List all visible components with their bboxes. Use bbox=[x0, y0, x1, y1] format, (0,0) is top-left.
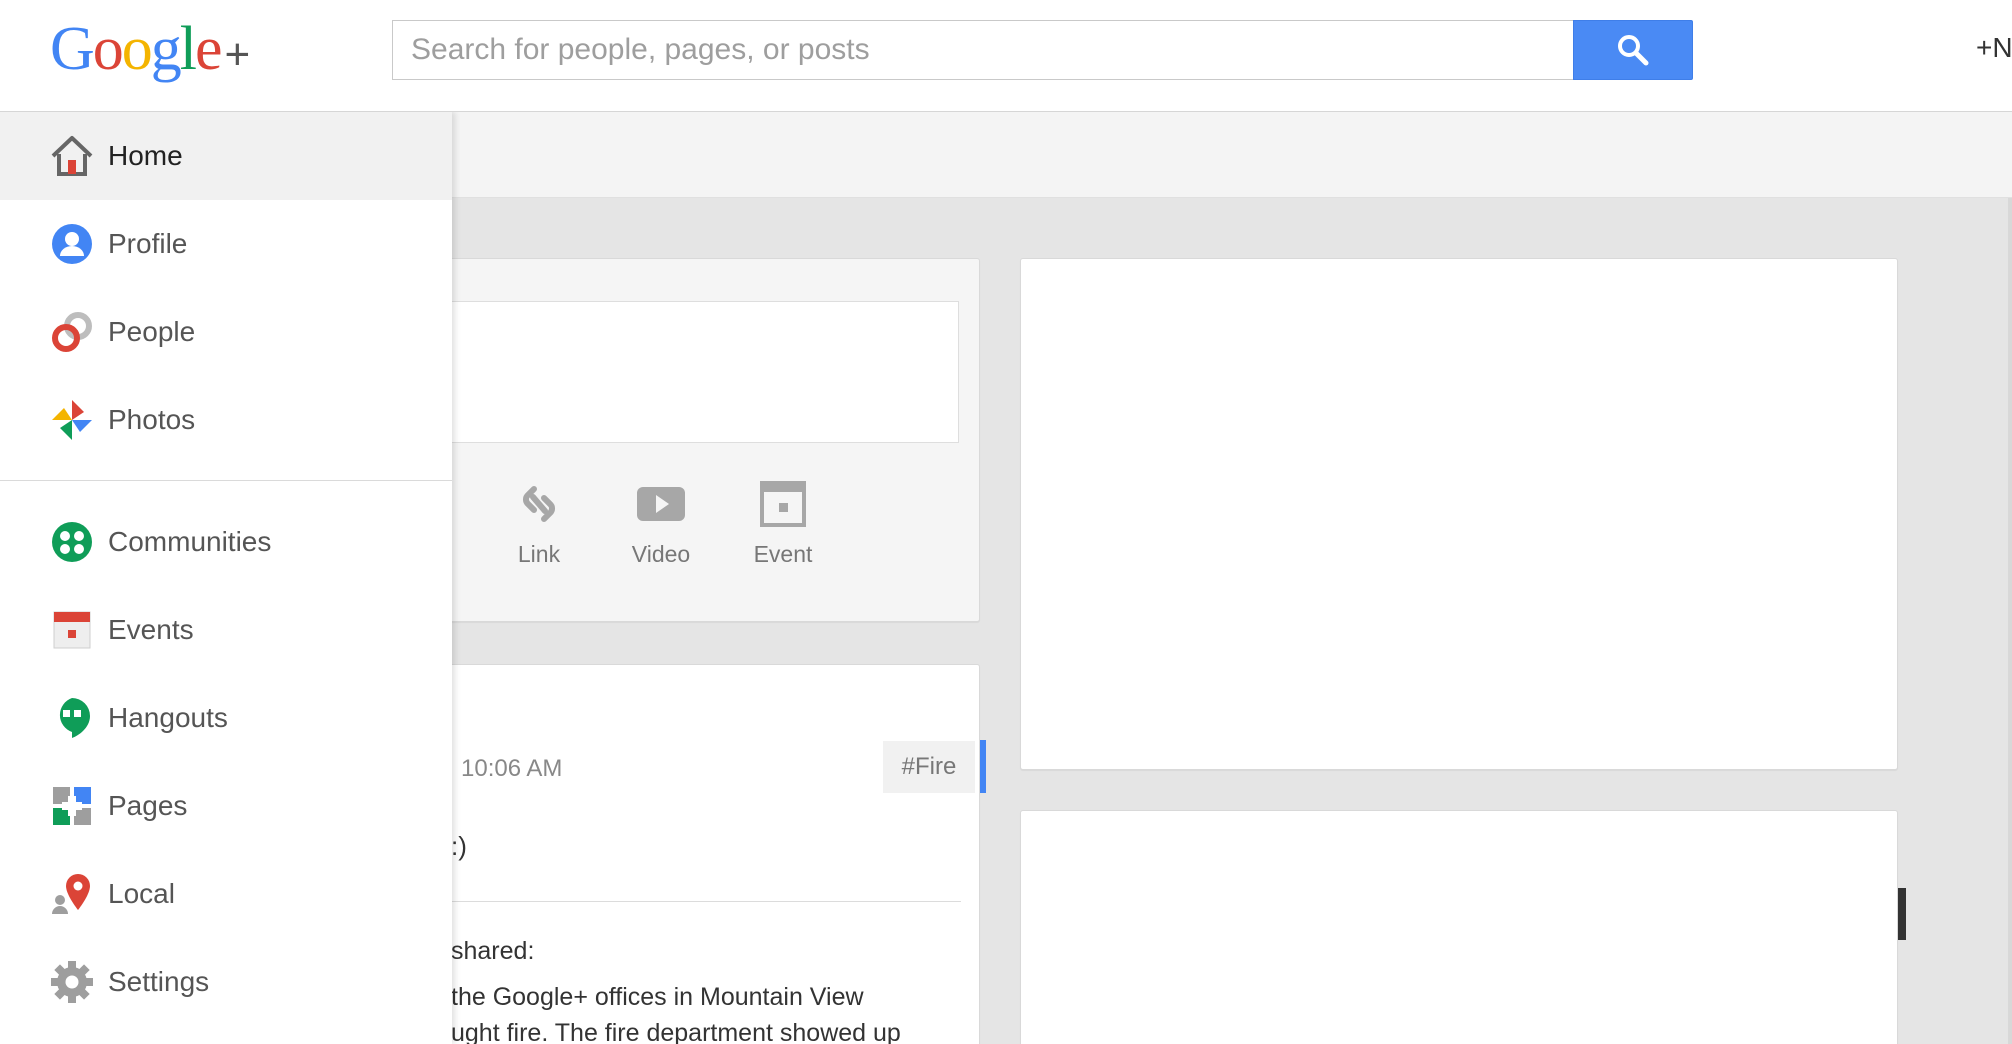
people-icon bbox=[50, 310, 94, 354]
local-icon bbox=[50, 872, 94, 916]
settings-icon bbox=[50, 960, 94, 1004]
sidebar-item-photos[interactable]: Photos bbox=[0, 376, 452, 464]
share-video-label: Video bbox=[631, 541, 691, 567]
logo-plus: + bbox=[224, 30, 251, 79]
sidebar-item-profile[interactable]: Profile bbox=[0, 200, 452, 288]
sidebar-item-label: Events bbox=[108, 614, 194, 645]
share-text-area[interactable] bbox=[441, 301, 959, 443]
sidebar-item-local[interactable]: Local bbox=[0, 850, 452, 938]
sidebar-item-communities[interactable]: Communities bbox=[0, 498, 452, 586]
share-event-button[interactable]: Event bbox=[723, 479, 843, 568]
sidebar-item-events[interactable]: Events bbox=[0, 586, 452, 674]
video-icon bbox=[637, 487, 685, 521]
sidebar-item-home[interactable]: Home bbox=[0, 112, 452, 200]
reshared-line: ught fire. The fire department showed up bbox=[451, 1019, 901, 1044]
communities-icon bbox=[50, 520, 94, 564]
pages-icon bbox=[50, 784, 94, 828]
sidebar-item-people[interactable]: People bbox=[0, 288, 452, 376]
reshared-line: the Google+ offices in Mountain View bbox=[451, 983, 864, 1011]
logo-letter: g bbox=[150, 15, 182, 83]
sidebar-item-label: Hangouts bbox=[108, 702, 228, 733]
stream-card bbox=[1020, 810, 1898, 1044]
logo-letter: o bbox=[121, 15, 153, 83]
hashtag-badge[interactable]: #Fire bbox=[883, 741, 975, 793]
sidebar-item-pages[interactable]: Pages bbox=[0, 762, 452, 850]
post-divider bbox=[441, 901, 961, 902]
logo-letter: G bbox=[50, 15, 95, 83]
share-link-button[interactable]: Link bbox=[479, 479, 599, 568]
logo-letter: o bbox=[92, 15, 124, 83]
reshare-label: shared: bbox=[451, 937, 535, 965]
stream-card bbox=[1020, 258, 1898, 770]
scrollbar-track[interactable] bbox=[2008, 198, 2012, 1044]
search-input[interactable] bbox=[392, 20, 1574, 80]
sidebar-item-label: Communities bbox=[108, 526, 272, 557]
sidebar-item-label: People bbox=[108, 316, 196, 347]
post-card: 10:06 AM #Fire :) shared: the Google+ of… bbox=[420, 664, 980, 1044]
sidebar-item-hangouts[interactable]: Hangouts bbox=[0, 674, 452, 762]
sidebar-item-label: Pages bbox=[108, 790, 188, 821]
sidebar-item-label: Home bbox=[108, 140, 183, 171]
event-icon bbox=[760, 481, 806, 527]
share-video-button[interactable]: Video bbox=[601, 479, 721, 568]
reshared-post-body: the Google+ offices in Mountain View ugh… bbox=[451, 979, 971, 1044]
share-box-card: Link Video Event bbox=[420, 258, 980, 622]
home-icon bbox=[50, 134, 94, 178]
search-icon bbox=[1618, 35, 1649, 66]
sidebar-item-label: Profile bbox=[108, 228, 188, 259]
link-icon bbox=[523, 486, 555, 522]
sidebar-divider bbox=[0, 480, 452, 481]
google-plus-logo[interactable]: Google+ bbox=[50, 14, 251, 84]
share-link-label: Link bbox=[517, 541, 561, 567]
sidebar-item-label: Local bbox=[108, 878, 175, 909]
hangouts-icon bbox=[50, 696, 94, 740]
events-icon bbox=[50, 608, 94, 652]
sidebar-item-label: Settings bbox=[108, 966, 210, 997]
photos-icon bbox=[50, 398, 94, 442]
post-timestamp[interactable]: 10:06 AM bbox=[461, 755, 562, 783]
sidebar-item-settings[interactable]: Settings bbox=[0, 938, 452, 1026]
logo-letter: e bbox=[195, 15, 222, 83]
share-event-label: Event bbox=[753, 541, 813, 567]
nav-sidebar: Home Profile People Photos Communities E… bbox=[0, 112, 452, 1044]
profile-name-link[interactable]: +N bbox=[1976, 32, 2012, 64]
search-button[interactable] bbox=[1573, 20, 1693, 80]
sidebar-item-label: Photos bbox=[108, 404, 196, 435]
post-text: :) bbox=[451, 831, 467, 861]
profile-icon bbox=[50, 222, 94, 266]
hashtag-accent-bar bbox=[980, 740, 986, 793]
logo-letter: l bbox=[179, 15, 197, 83]
card-scroll-handle[interactable] bbox=[1898, 888, 1906, 940]
top-bar: Google+ +N bbox=[0, 0, 2012, 112]
